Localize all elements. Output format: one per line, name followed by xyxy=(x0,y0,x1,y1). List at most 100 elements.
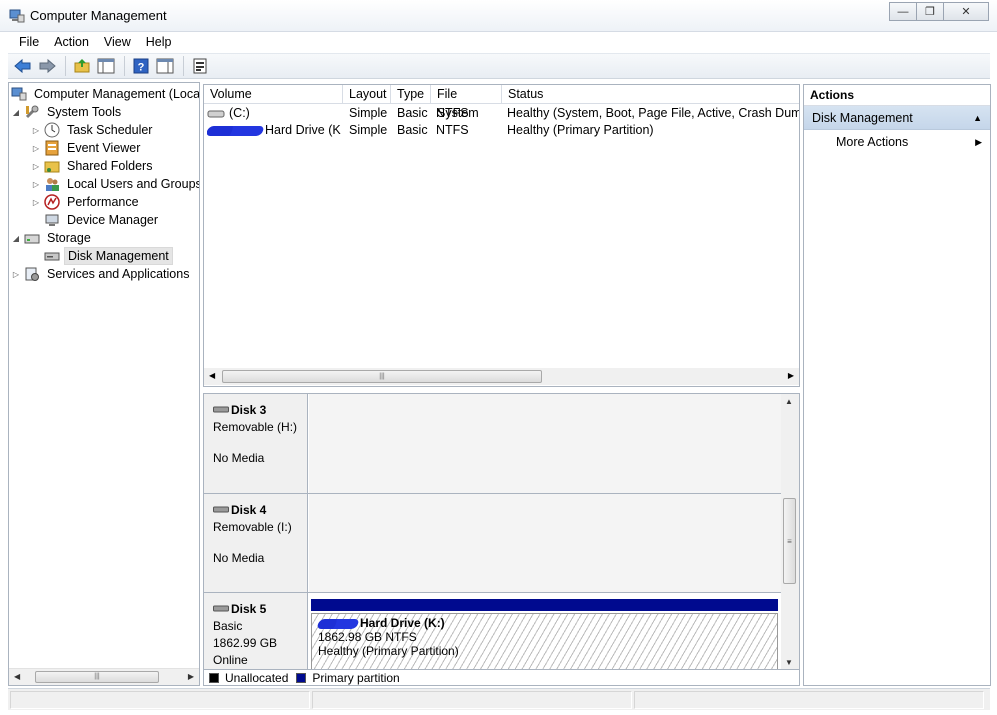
column-header-type[interactable]: Type xyxy=(391,85,431,104)
primary-partition-bar xyxy=(311,599,778,611)
show-hide-tree-button[interactable] xyxy=(95,55,117,77)
maximize-button[interactable]: ❐ xyxy=(916,2,943,21)
disk-view-vertical-scrollbar[interactable]: ▲ ≡ ▼ xyxy=(781,394,799,670)
layout-cell: Simple xyxy=(349,106,388,120)
tree-label: Task Scheduler xyxy=(67,123,153,137)
status-cell: Healthy (Primary Partition) xyxy=(507,123,654,137)
tree-label: Disk Management xyxy=(64,247,173,265)
type-cell: Basic xyxy=(397,106,428,120)
tree-label: Event Viewer xyxy=(67,141,141,155)
properties-icon xyxy=(193,58,207,74)
disk-row[interactable]: Disk 4 Removable (I:) No Media xyxy=(204,494,782,593)
toolbar-separator xyxy=(183,56,184,76)
tree-item-device-manager[interactable]: Device Manager xyxy=(44,211,161,229)
console-tree-icon xyxy=(97,58,115,74)
scroll-right-icon[interactable]: ▶ xyxy=(188,672,194,681)
disk-management-icon xyxy=(44,248,60,264)
back-button[interactable] xyxy=(12,55,34,77)
storage-icon xyxy=(24,230,40,246)
disk-name: Disk 5 xyxy=(231,602,267,616)
tree-item-storage[interactable]: ◢ Storage xyxy=(11,229,94,247)
disk-icon xyxy=(213,506,229,513)
up-level-button[interactable] xyxy=(71,55,93,77)
tree-item-services[interactable]: ▷ Services and Applications xyxy=(11,265,192,283)
disk-media-status: No Media xyxy=(213,451,265,465)
disk-media-status: No Media xyxy=(213,551,265,565)
redaction-scribble xyxy=(207,125,265,136)
help-icon: ? xyxy=(133,58,149,74)
close-button[interactable]: ✕ xyxy=(943,2,989,21)
table-row[interactable]: (C:) Simple Basic NTFS Healthy (System, … xyxy=(204,105,799,122)
tree-item-system-tools[interactable]: ◢ System Tools xyxy=(11,103,124,121)
help-button[interactable]: ? xyxy=(130,55,152,77)
collapse-arrow-icon[interactable]: ◢ xyxy=(11,234,21,243)
actions-header: Actions xyxy=(804,85,990,106)
status-segment xyxy=(10,691,310,709)
scroll-right-icon[interactable]: ▶ xyxy=(788,371,794,380)
column-header-volume[interactable]: Volume xyxy=(204,85,343,104)
volume-list-horizontal-scrollbar[interactable]: ◀ ||| ▶ xyxy=(204,368,799,385)
collapse-up-icon[interactable]: ▲ xyxy=(973,106,982,130)
title-bar: Computer Management — ❐ ✕ xyxy=(0,0,997,32)
event-viewer-icon xyxy=(44,140,60,156)
disk-size: 1862.99 GB xyxy=(213,636,278,650)
tree-item-disk-management[interactable]: Disk Management xyxy=(44,247,173,265)
scroll-left-icon[interactable]: ◀ xyxy=(14,672,20,681)
expand-arrow-icon[interactable]: ▷ xyxy=(11,270,21,279)
tree-item-performance[interactable]: ▷ Performance xyxy=(31,193,142,211)
expand-arrow-icon[interactable]: ▷ xyxy=(31,126,41,135)
volume-list: Volume Layout Type File System Status (C… xyxy=(203,84,800,387)
tree-item-task-scheduler[interactable]: ▷ Task Scheduler xyxy=(31,121,155,139)
tree-label: System Tools xyxy=(47,105,122,119)
menu-action[interactable]: Action xyxy=(54,35,89,49)
tree-horizontal-scrollbar[interactable]: ◀ ||| ▶ xyxy=(9,668,199,685)
expand-arrow-icon[interactable]: ▷ xyxy=(31,144,41,153)
menu-view[interactable]: View xyxy=(104,35,131,49)
scrollbar-thumb[interactable]: ||| xyxy=(35,671,159,683)
more-actions-item[interactable]: More Actions ▶ xyxy=(804,130,990,154)
disk-icon xyxy=(213,605,229,612)
table-row[interactable]: Hard Drive (K:) Simple Basic NTFS Health… xyxy=(204,122,799,139)
layout-cell: Simple xyxy=(349,123,388,137)
expand-arrow-icon[interactable]: ▷ xyxy=(31,198,41,207)
expand-arrow-icon[interactable]: ▷ xyxy=(31,162,41,171)
actions-section-disk-management[interactable]: Disk Management ▲ xyxy=(804,106,990,130)
scroll-up-icon[interactable]: ▲ xyxy=(785,397,793,406)
scroll-down-icon[interactable]: ▼ xyxy=(785,658,793,667)
disk-row[interactable]: Disk 5 Basic 1862.99 GB Online Hard Driv… xyxy=(204,593,782,673)
column-header-layout[interactable]: Layout xyxy=(343,85,391,104)
unallocated-swatch xyxy=(209,673,219,683)
tree-item-event-viewer[interactable]: ▷ Event Viewer xyxy=(31,139,143,157)
folder-up-icon xyxy=(74,59,90,73)
legend-item-primary: Primary partition xyxy=(296,671,400,685)
disk-info: Disk 4 Removable (I:) No Media xyxy=(204,494,308,592)
tree-label: Device Manager xyxy=(67,213,159,227)
tree-label: Storage xyxy=(47,231,91,245)
column-header-file-system[interactable]: File System xyxy=(431,85,502,120)
tree-item-computer-management[interactable]: Computer Management (Local) xyxy=(11,85,199,103)
shared-folder-icon xyxy=(44,158,60,174)
properties-button[interactable] xyxy=(189,55,211,77)
scroll-left-icon[interactable]: ◀ xyxy=(209,371,215,380)
tree-item-local-users[interactable]: ▷ Local Users and Groups xyxy=(31,175,200,193)
scrollbar-thumb[interactable]: ≡ xyxy=(783,498,796,584)
scrollbar-thumb[interactable]: ||| xyxy=(222,370,542,383)
minimize-button[interactable]: — xyxy=(889,2,916,21)
show-hide-action-pane-button[interactable] xyxy=(154,55,176,77)
column-header-status[interactable]: Status xyxy=(502,85,799,104)
tree-item-shared-folders[interactable]: ▷ Shared Folders xyxy=(31,157,155,175)
menu-help[interactable]: Help xyxy=(146,35,172,49)
primary-partition-swatch xyxy=(296,673,307,683)
volume-name: Hard Drive (K:) xyxy=(265,123,341,137)
disk-row[interactable]: Disk 3 Removable (H:) No Media xyxy=(204,394,782,494)
collapse-arrow-icon[interactable]: ◢ xyxy=(11,108,21,117)
tools-icon xyxy=(24,104,40,120)
volume-cell: Hard Drive (K:) xyxy=(207,122,341,139)
partition-block[interactable]: Hard Drive (K:) 1862.98 GB NTFS Healthy … xyxy=(311,613,778,673)
menu-file[interactable]: File xyxy=(19,35,39,49)
disk-icon xyxy=(213,406,229,413)
tree-label: Local Users and Groups xyxy=(67,177,200,191)
expand-arrow-icon[interactable]: ▷ xyxy=(31,180,41,189)
forward-button[interactable] xyxy=(36,55,58,77)
actions-pane: Actions Disk Management ▲ More Actions ▶ xyxy=(803,84,991,686)
